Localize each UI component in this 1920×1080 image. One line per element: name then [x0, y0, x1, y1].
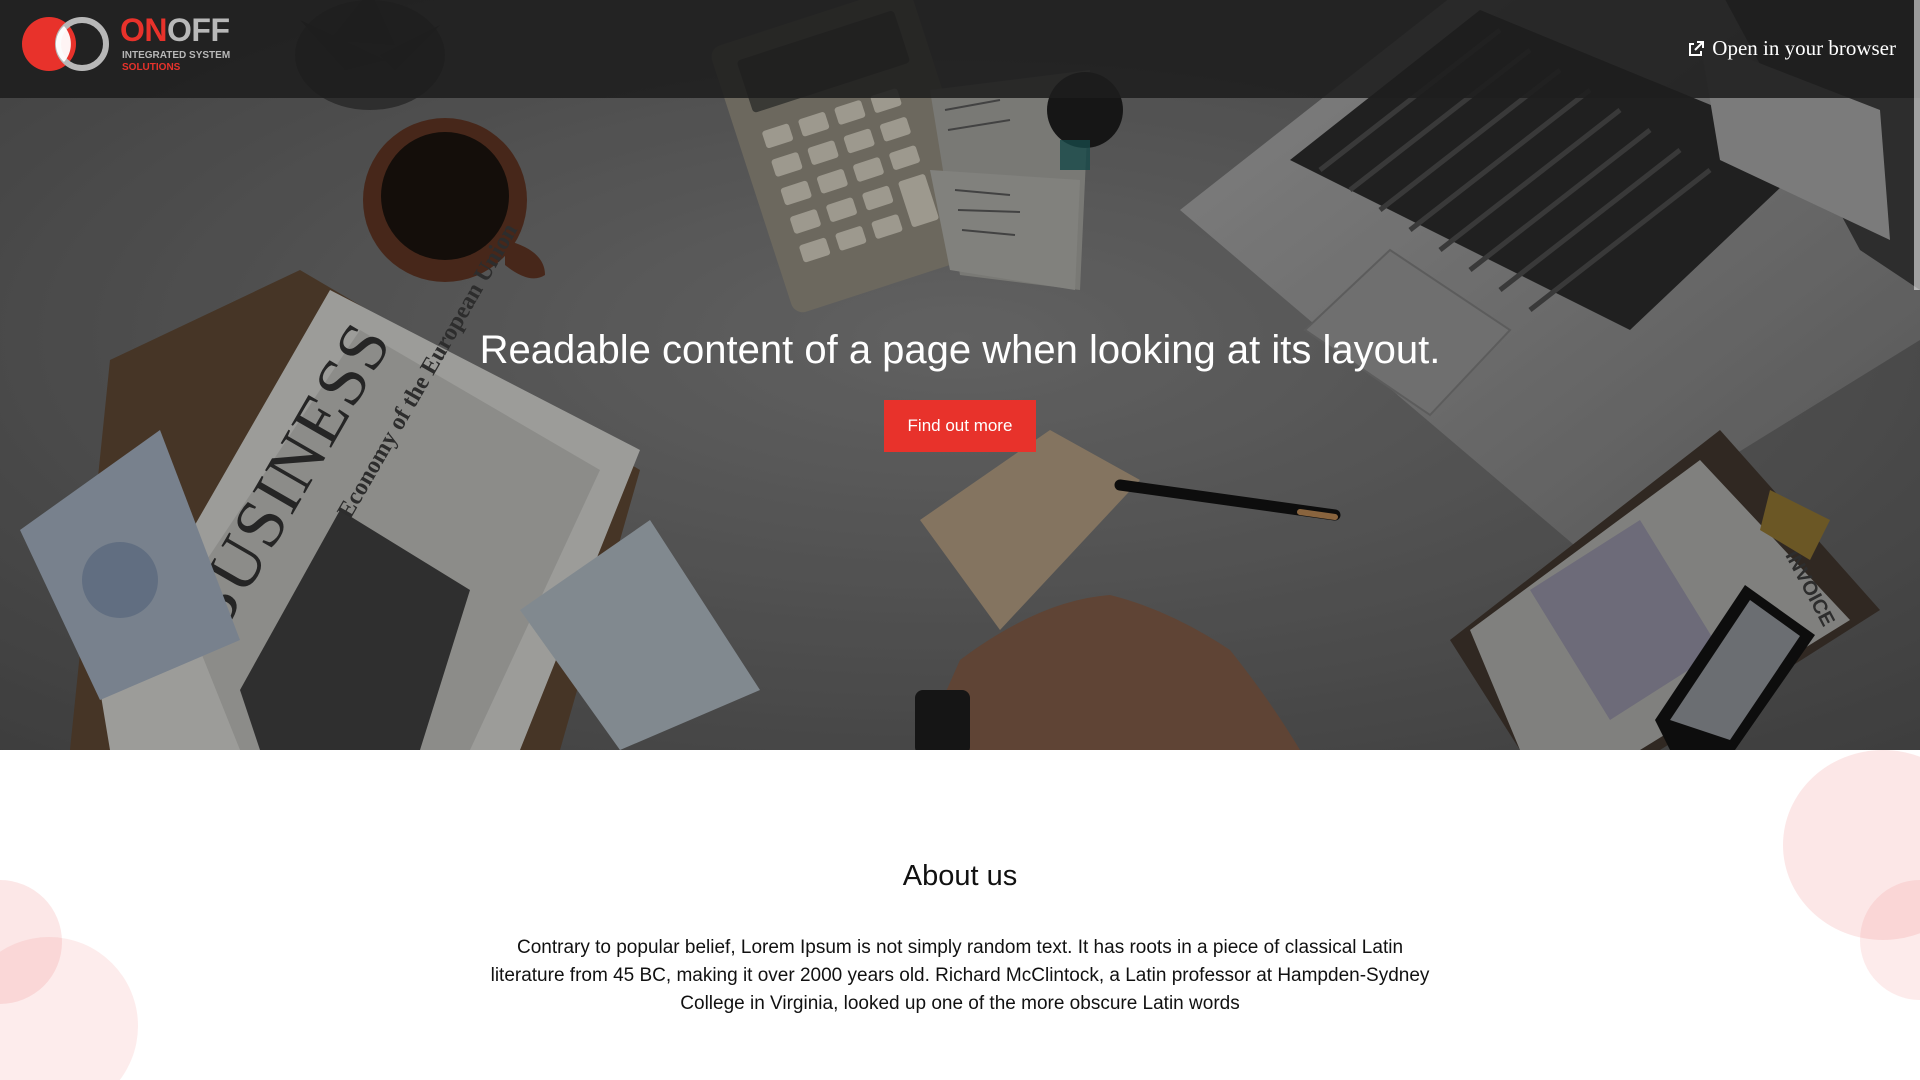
top-navbar: ONOFF INTEGRATED SYSTEM SOLUTIONS Open i…: [0, 0, 1920, 98]
logo-subtitle-line2: SOLUTIONS: [122, 62, 181, 73]
logo-mark-icon: [22, 17, 109, 71]
onoff-logo[interactable]: ONOFF INTEGRATED SYSTEM SOLUTIONS: [22, 14, 242, 74]
hero-content: Readable content of a page when looking …: [0, 325, 1920, 452]
hero-headline: Readable content of a page when looking …: [479, 328, 1441, 372]
about-section: About us Contrary to popular belief, Lor…: [0, 750, 1920, 1080]
about-title: About us: [902, 860, 1018, 892]
decorative-circle: [0, 937, 138, 1080]
scrollbar[interactable]: [1914, 0, 1920, 290]
open-in-browser-link[interactable]: Open in your browser: [1687, 36, 1896, 61]
logo-word-off: OFF: [167, 12, 230, 48]
about-text: Contrary to popular belief, Lorem Ipsum …: [490, 937, 1430, 1014]
find-out-more-button[interactable]: Find out more: [883, 400, 1037, 452]
page: BUSINESS Economy of the European Union I…: [0, 0, 1920, 1080]
open-in-browser-label: Open in your browser: [1712, 36, 1896, 60]
external-link-icon: [1689, 40, 1705, 56]
hero-section: BUSINESS Economy of the European Union I…: [0, 0, 1920, 750]
logo-word-on: ON: [120, 12, 168, 48]
logo-wordmark: ONOFF: [120, 12, 230, 48]
logo-subtitle-line1: INTEGRATED SYSTEM: [122, 50, 231, 61]
